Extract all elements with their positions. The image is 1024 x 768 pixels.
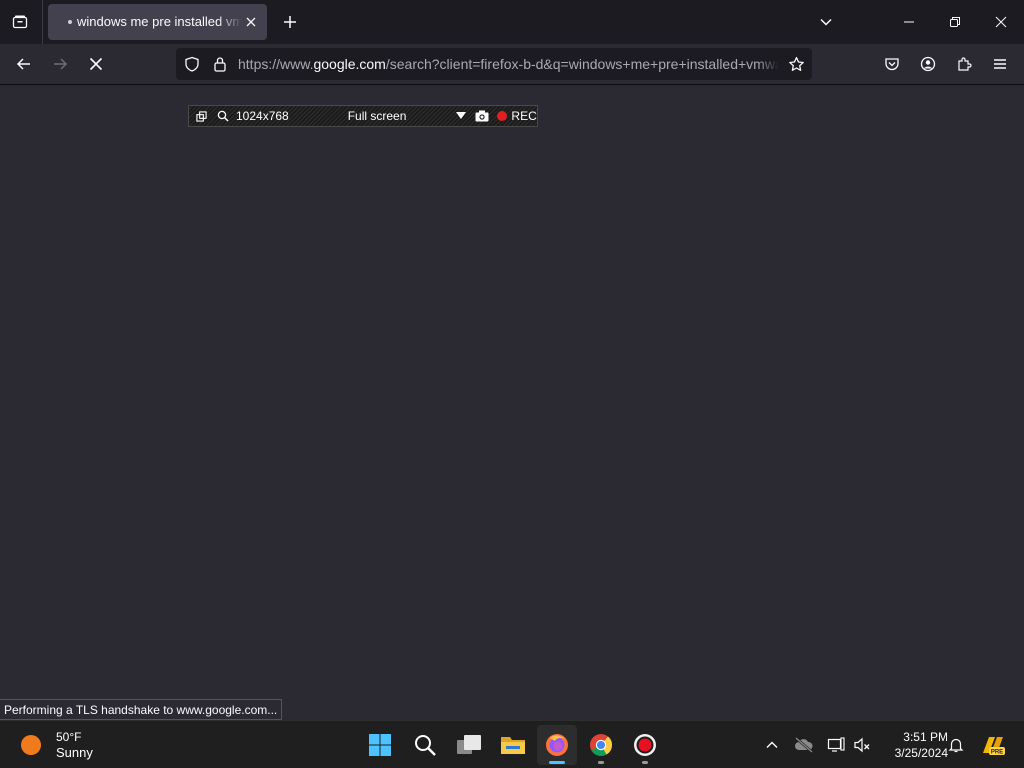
minimize-button[interactable] [886, 0, 932, 44]
forward-button[interactable] [44, 48, 76, 80]
close-icon [995, 16, 1007, 28]
taskbar: 50°F Sunny 3:51 PM 3/25/2024 PRE [0, 720, 1024, 768]
search-icon [415, 735, 436, 756]
lock-icon [214, 57, 226, 72]
restore-icon [950, 17, 960, 27]
restore-button[interactable] [932, 0, 978, 44]
extensions-button[interactable] [948, 48, 980, 80]
tracking-protection-button[interactable] [182, 54, 202, 74]
clock-date: 3/25/2024 [894, 746, 948, 760]
task-view-icon [457, 735, 481, 754]
copilot-preview-button[interactable]: PRE [980, 733, 1006, 757]
menu-button[interactable] [984, 48, 1016, 80]
taskbar-search-button[interactable] [405, 725, 445, 765]
tab-close-button[interactable] [241, 12, 261, 32]
chevron-down-icon [820, 18, 832, 26]
volume-tray-icon[interactable] [850, 733, 874, 757]
camera-icon[interactable] [475, 110, 489, 122]
url-path: /search?client=firefox-b-d&q=windows+me+… [385, 56, 779, 72]
puzzle-icon [958, 57, 972, 71]
chrome-taskbar-button[interactable] [581, 725, 621, 765]
weather-condition: Sunny [56, 745, 93, 760]
running-indicator [642, 761, 648, 764]
url-bar[interactable]: https://www.google.com/search?client=fir… [176, 48, 812, 80]
firefox-view-icon [12, 15, 28, 29]
back-button[interactable] [8, 48, 40, 80]
weather-temp: 50°F [56, 730, 82, 744]
recorder-resolution: 1024x768 [236, 109, 289, 123]
dropdown-arrow-icon[interactable] [456, 112, 467, 120]
screen-recorder-toolbar: 1024x768 Full screen REC [188, 105, 538, 127]
page-content: 1024x768 Full screen REC [0, 86, 1024, 720]
shield-icon [185, 56, 199, 72]
status-panel: Performing a TLS handshake to www.google… [0, 699, 283, 720]
minimize-icon [904, 21, 914, 23]
volume-muted-icon [854, 737, 870, 753]
tab-title: windows me pre installed vmware [77, 14, 242, 29]
sun-icon [21, 735, 41, 755]
windows-logo-icon [369, 734, 391, 756]
pocket-icon [885, 58, 899, 71]
task-view-button[interactable] [449, 725, 489, 765]
chevron-up-icon [766, 741, 778, 748]
url-text[interactable]: https://www.google.com/search?client=fir… [238, 48, 779, 80]
tab-active[interactable]: windows me pre installed vmware [48, 4, 267, 40]
close-icon [246, 17, 256, 27]
pocket-button[interactable] [876, 48, 908, 80]
hamburger-menu-icon [994, 59, 1006, 69]
chrome-icon [590, 734, 612, 756]
network-tray-icon[interactable] [824, 733, 848, 757]
bookmark-star-button[interactable] [786, 54, 806, 74]
record-app-icon [634, 734, 656, 756]
recorder-taskbar-button[interactable] [625, 725, 665, 765]
clock-time: 3:51 PM [903, 730, 948, 744]
stop-icon [89, 57, 103, 71]
weather-widget[interactable]: 50°F Sunny [14, 728, 93, 762]
stop-button[interactable] [80, 48, 112, 80]
account-icon [920, 56, 936, 72]
arrow-left-icon [16, 58, 30, 70]
tab-separator [42, 0, 43, 44]
tab-loading-dot [68, 20, 72, 24]
record-dot-icon [497, 111, 508, 121]
firefox-icon [546, 734, 568, 756]
svg-text:PRE: PRE [991, 750, 1003, 756]
arrow-right-icon [54, 58, 68, 70]
file-explorer-button[interactable] [493, 725, 533, 765]
account-button[interactable] [912, 48, 944, 80]
start-button[interactable] [360, 725, 400, 765]
running-indicator [549, 761, 565, 764]
new-tab-button[interactable] [276, 8, 304, 36]
cloud-off-icon [795, 737, 813, 753]
firefox-view-button[interactable] [6, 8, 34, 36]
running-indicator [598, 761, 604, 764]
tab-bar: windows me pre installed vmware [0, 0, 1024, 44]
record-button[interactable]: REC [511, 109, 536, 123]
bell-icon [948, 738, 964, 753]
window-select-icon[interactable] [196, 110, 207, 122]
onedrive-tray-icon[interactable] [792, 733, 816, 757]
nav-bar: https://www.google.com/search?client=fir… [0, 44, 1024, 85]
site-info-button[interactable] [210, 54, 230, 74]
network-icon [827, 737, 845, 752]
star-icon [788, 56, 804, 71]
taskbar-clock[interactable]: 3:51 PM 3/25/2024 [878, 729, 948, 761]
list-all-tabs-button[interactable] [803, 0, 849, 44]
url-prefix: https://www. [238, 56, 314, 72]
firefox-taskbar-button[interactable] [537, 725, 577, 765]
plus-icon [284, 16, 296, 28]
recorder-mode-select[interactable]: Full screen [348, 109, 407, 123]
close-window-button[interactable] [978, 0, 1024, 44]
copilot-icon: PRE [983, 737, 1005, 756]
notifications-button[interactable] [944, 733, 968, 757]
show-hidden-icons-button[interactable] [760, 733, 784, 757]
url-host: google.com [313, 56, 386, 72]
folder-icon [501, 737, 525, 754]
magnifier-icon[interactable] [217, 110, 229, 122]
